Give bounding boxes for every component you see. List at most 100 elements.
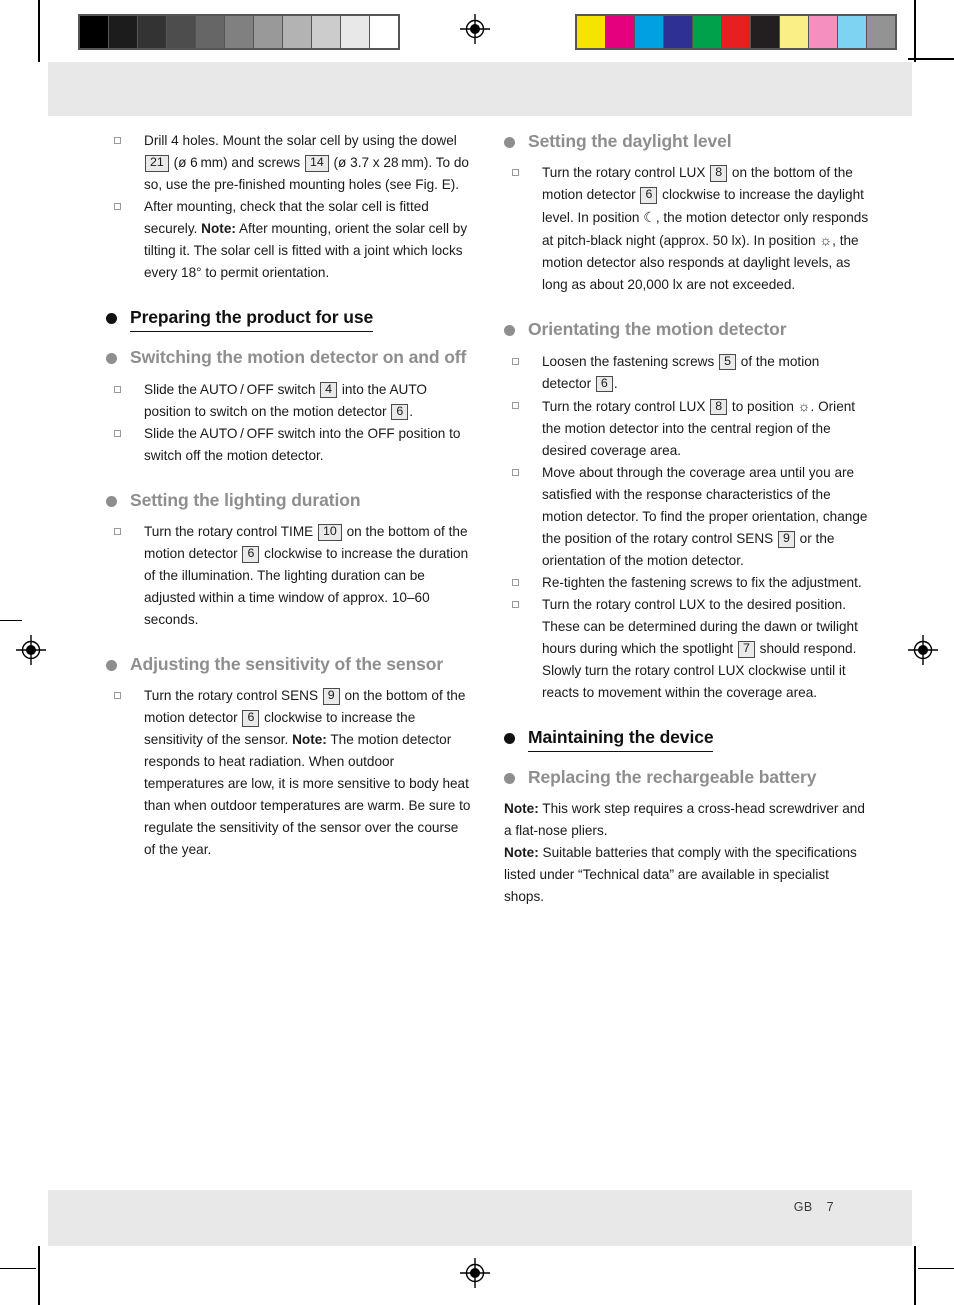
- color-bar-swatch-4: [693, 16, 721, 48]
- color-bar-swatch-10: [867, 16, 895, 48]
- section-heading-label: Adjusting the sensitivity of the sensor: [130, 653, 444, 674]
- bullet-dot-icon: [106, 313, 117, 325]
- instruction-list-item: Turn the rotary control SENS 9 on the bo…: [106, 685, 472, 861]
- color-bar-swatch-6: [751, 16, 779, 48]
- gray-wedge-swatch-1: [109, 16, 137, 48]
- section-heading: Setting the lighting duration: [106, 489, 472, 511]
- gray-wedge-swatch-4: [196, 16, 224, 48]
- sun-icon: ☼: [797, 397, 811, 414]
- footer-locale: GB: [793, 1200, 813, 1214]
- bullet-dot-icon: [106, 495, 117, 507]
- color-control-bar: [575, 14, 897, 50]
- registration-target-top-icon: [460, 14, 490, 44]
- gray-wedge-swatch-5: [225, 16, 253, 48]
- crop-mark-left-tick-lower: [0, 1268, 36, 1270]
- note-label: Note:: [292, 732, 327, 748]
- sun-icon: ☼: [819, 232, 833, 249]
- reference-number-badge: 6: [640, 187, 658, 205]
- note-paragraph: Note: This work step requires a cross-he…: [504, 801, 865, 839]
- section-heading: Adjusting the sensitivity of the sensor: [106, 653, 472, 675]
- instruction-list: Loosen the fastening screws 5 of the mot…: [504, 351, 870, 704]
- note-block: Note: This work step requires a cross-he…: [504, 798, 870, 908]
- registration-target-bottom-icon: [460, 1258, 490, 1288]
- section-heading: Maintaining the device: [504, 726, 870, 752]
- instruction-list-item: Slide the AUTO / OFF switch 4 into the A…: [106, 379, 472, 423]
- note-label: Note:: [504, 801, 539, 817]
- instruction-block: Turn the rotary control LUX 8 on the bot…: [504, 162, 870, 296]
- gray-wedge-swatch-10: [370, 16, 398, 48]
- section-heading: Switching the motion detector on and off: [106, 346, 472, 368]
- instruction-block: Turn the rotary control SENS 9 on the bo…: [106, 685, 472, 861]
- gray-wedge-swatch-3: [167, 16, 195, 48]
- reference-number-badge: 5: [719, 353, 736, 371]
- instruction-list: Turn the rotary control TIME 10 on the b…: [106, 521, 472, 631]
- footer-page-number: 7: [826, 1200, 834, 1214]
- color-bar-swatch-8: [809, 16, 837, 48]
- section-heading-label: Switching the motion detector on and off: [130, 347, 467, 368]
- crop-mark-top-left-vertical: [38, 0, 40, 62]
- moon-icon: ☾: [643, 209, 656, 226]
- instruction-list: Slide the AUTO / OFF switch 4 into the A…: [106, 379, 472, 467]
- gray-wedge-swatch-2: [138, 16, 166, 48]
- left-column: Drill 4 holes. Mount the solar cell by u…: [106, 130, 472, 930]
- color-bar-swatch-5: [722, 16, 750, 48]
- color-bar-swatch-3: [664, 16, 692, 48]
- page-footer-band: [48, 1190, 912, 1246]
- gray-wedge-swatch-6: [254, 16, 282, 48]
- reference-number-badge: 21: [145, 155, 169, 172]
- page-footer-text: GB 7: [794, 1200, 834, 1214]
- page-content: Drill 4 holes. Mount the solar cell by u…: [106, 130, 870, 930]
- reference-number-badge: 7: [737, 640, 755, 658]
- crop-mark-bottom-left-vertical: [38, 1246, 40, 1305]
- instruction-list-item: Move about through the coverage area unt…: [504, 462, 870, 572]
- instruction-list-item: Slide the AUTO / OFF switch into the OFF…: [106, 423, 472, 467]
- bullet-dot-icon: [504, 325, 515, 337]
- reference-number-badge: 6: [595, 375, 613, 393]
- instruction-list-item: Turn the rotary control LUX 8 on the bot…: [504, 162, 870, 296]
- instruction-list-item: Loosen the fastening screws 5 of the mot…: [504, 351, 870, 395]
- reference-number-badge: 9: [778, 530, 795, 548]
- crop-mark-right-tick-lower: [918, 1268, 954, 1270]
- section-heading-label: Setting the lighting duration: [130, 489, 361, 510]
- registration-target-right-icon: [908, 635, 938, 665]
- color-bar-swatch-0: [577, 16, 605, 48]
- crop-mark-bottom-right-vertical: [914, 1246, 916, 1305]
- gray-wedge-swatch-9: [341, 16, 369, 48]
- crop-mark-left-tick-upper: [0, 620, 22, 622]
- instruction-list-item: Turn the rotary control LUX 8 to positio…: [504, 395, 870, 462]
- grayscale-step-wedge: [78, 14, 400, 50]
- page-header-band: [48, 62, 912, 116]
- bullet-dot-icon: [106, 659, 117, 671]
- instruction-list: Turn the rotary control SENS 9 on the bo…: [106, 685, 472, 861]
- section-heading-label: Preparing the product for use: [130, 306, 373, 333]
- instruction-block: Turn the rotary control TIME 10 on the b…: [106, 521, 472, 631]
- reference-number-badge: 9: [322, 688, 340, 706]
- registration-target-left-icon: [16, 635, 46, 665]
- reference-number-badge: 4: [320, 381, 338, 399]
- reference-number-badge: 8: [710, 398, 728, 416]
- gray-wedge-swatch-8: [312, 16, 340, 48]
- color-bar-swatch-9: [838, 16, 866, 48]
- instruction-block: Loosen the fastening screws 5 of the mot…: [504, 351, 870, 704]
- note-label: Note:: [504, 845, 539, 861]
- instruction-block: Slide the AUTO / OFF switch 4 into the A…: [106, 379, 472, 467]
- gray-wedge-swatch-7: [283, 16, 311, 48]
- crop-mark-top-right-horizontal: [908, 58, 954, 60]
- section-heading-label: Orientating the motion detector: [528, 319, 787, 340]
- instruction-block: Drill 4 holes. Mount the solar cell by u…: [106, 130, 472, 284]
- bullet-dot-icon: [106, 353, 117, 365]
- note-label: Note:: [201, 221, 236, 237]
- note-paragraph: Note: Suitable batteries that comply wit…: [504, 845, 857, 905]
- reference-number-badge: 8: [710, 165, 728, 183]
- color-bar-swatch-2: [635, 16, 663, 48]
- instruction-list-item: After mounting, check that the solar cel…: [106, 196, 472, 284]
- section-heading-label: Maintaining the device: [528, 726, 714, 752]
- reference-number-badge: 14: [304, 155, 329, 172]
- instruction-list-item: Turn the rotary control LUX to the desir…: [504, 594, 870, 704]
- section-heading: Preparing the product for use: [106, 306, 472, 333]
- section-heading-label: Replacing the rechargeable battery: [528, 767, 817, 787]
- gray-wedge-swatch-0: [80, 16, 108, 48]
- reference-number-badge: 6: [391, 403, 409, 421]
- bullet-dot-icon: [504, 732, 515, 744]
- reference-number-badge: 10: [318, 523, 342, 541]
